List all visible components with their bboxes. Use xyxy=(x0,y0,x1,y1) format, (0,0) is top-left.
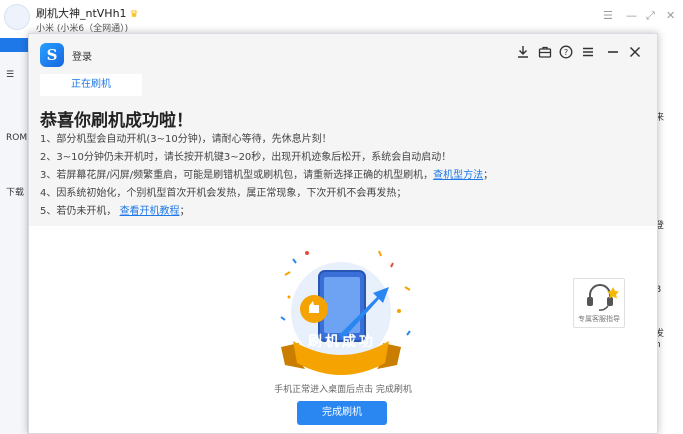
success-notice-panel: 恭喜你刷机成功啦！ 1、部分机型会自动开机(3~10分钟)，请耐心等待，先休息片… xyxy=(29,96,657,226)
tip-line-2: 2、3~10分钟仍未开机时，请长按开机键3~20秒，出现开机迹象后松开，系统会自… xyxy=(40,152,452,163)
flash-success-dialog: S 登录 ? 正在刷机 恭喜你刷机成功啦！ 1、部分机型会自动开机(3~10分钟… xyxy=(28,33,658,434)
thumbs-up-icon xyxy=(300,295,328,323)
username: 刷机大神_ntVHh1 ♛ xyxy=(36,7,139,20)
download-icon[interactable] xyxy=(515,45,531,61)
sidebar-active-item[interactable] xyxy=(0,38,28,52)
sidebar xyxy=(0,38,28,434)
close-icon[interactable] xyxy=(627,45,643,61)
help-icon[interactable]: ? xyxy=(558,45,574,61)
success-illustration xyxy=(280,250,411,375)
sidebar-item-rom[interactable]: ROM xyxy=(6,133,27,143)
tip-line-4: 4、因系统初始化，个别机型首次开机会发热，属正常现象，下次开机不会再发热； xyxy=(40,188,407,199)
tab-flashing[interactable]: 正在刷机 xyxy=(40,74,142,96)
check-model-link[interactable]: 查机型方法 xyxy=(433,170,483,181)
sidebar-item-download[interactable]: 下载 xyxy=(6,185,24,198)
page-title: 恭喜你刷机成功啦！ xyxy=(40,111,193,131)
app-logo-icon: S xyxy=(40,43,64,67)
completion-hint: 手机正常进入桌面后点击 完成刷机 xyxy=(274,385,412,395)
menu-icon[interactable]: ☰ xyxy=(603,9,613,22)
right-panel xyxy=(656,38,683,434)
toolbox-icon[interactable] xyxy=(537,45,553,61)
vip-crown-icon: ♛ xyxy=(129,9,139,20)
support-label: 专属客服指导 xyxy=(578,315,620,323)
svg-text:?: ? xyxy=(564,48,568,57)
menu-icon[interactable] xyxy=(580,45,596,61)
login-link[interactable]: 登录 xyxy=(72,48,92,63)
minimize-icon[interactable]: — xyxy=(626,9,637,22)
minimize-icon[interactable] xyxy=(605,45,621,61)
close-icon[interactable]: ✕ xyxy=(666,9,675,22)
boot-guide-link[interactable]: 查看开机教程 xyxy=(120,206,180,217)
avatar[interactable] xyxy=(4,4,30,30)
complete-flash-button[interactable]: 完成刷机 xyxy=(297,401,387,425)
success-badge-text: 刷机成功 xyxy=(308,334,376,350)
tip-line-5: 5、若仍未开机， 查看开机教程； xyxy=(40,206,190,217)
sidebar-item-icon[interactable]: ☰ xyxy=(6,70,14,80)
tip-line-3: 3、若屏幕花屏/闪屏/频繁重启，可能是刷错机型或刷机包，请重新选择正确的机型刷机… xyxy=(40,170,494,181)
maximize-icon[interactable]: ⤢ xyxy=(646,9,655,23)
tip-line-1: 1、部分机型会自动开机(3~10分钟)，请耐心等待，先休息片刻！ xyxy=(40,134,332,145)
support-button[interactable]: 专属客服指导 xyxy=(573,278,625,328)
headset-icon xyxy=(587,284,619,311)
